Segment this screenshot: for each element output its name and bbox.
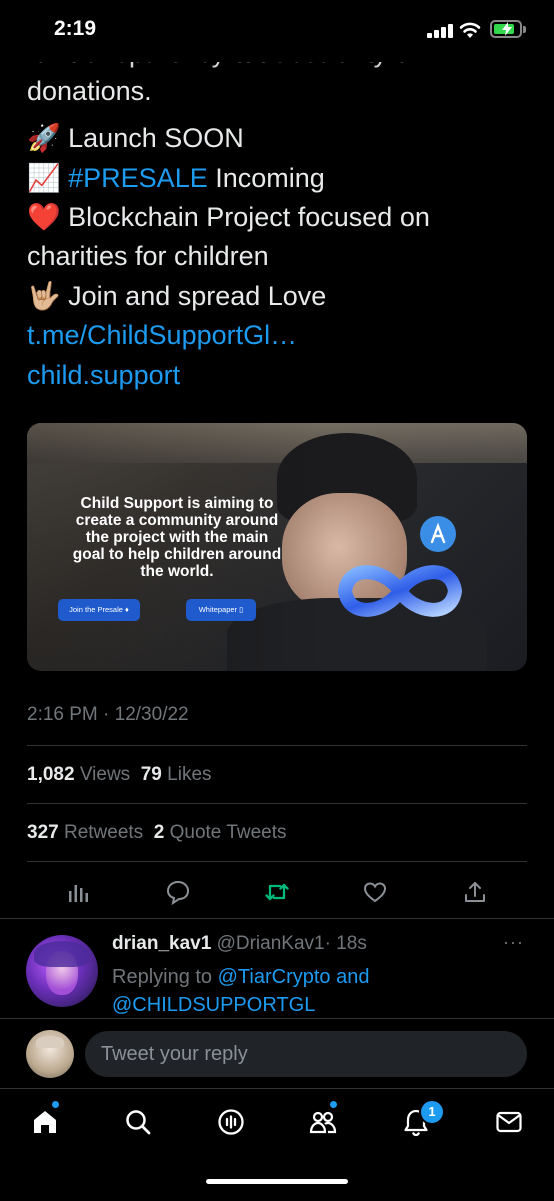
retweets-count: 327 [27, 822, 59, 843]
messages-icon[interactable] [494, 1107, 524, 1137]
divider [27, 745, 527, 746]
tweet-line-charities: charities for children [27, 240, 269, 273]
tweet-timestamp[interactable]: 2:16 PM · 12/30/22 [27, 704, 189, 726]
status-time: 2:19 [54, 17, 97, 40]
battery-icon [490, 20, 522, 38]
media-headline-3: the project with the main [85, 529, 269, 546]
notifications-badge-count: 1 [428, 1104, 436, 1119]
divider [0, 918, 554, 919]
whitepaper-label: Whitepaper [198, 605, 238, 614]
wifi-icon [459, 22, 481, 38]
whitepaper-button: Whitepaper ▯ [186, 599, 256, 621]
search-icon[interactable] [123, 1107, 153, 1137]
join-presale-button: Join the Presale ♦ [58, 599, 140, 621]
reply-input[interactable]: Tweet your reply [85, 1031, 527, 1077]
retweets-stat[interactable]: 327 Retweets 2 Quote Tweets [27, 822, 287, 844]
tweet-media-image[interactable]: Child Support is aiming to create a comm… [27, 423, 527, 671]
chart-increasing-icon: 📈 [27, 163, 61, 193]
tweet-text-donations: donations. [27, 75, 152, 108]
reply-handle[interactable]: @DrianKav1 [217, 933, 325, 954]
replying-and: and [336, 966, 370, 988]
media-headline-5: the world. [140, 563, 214, 580]
reply-icon[interactable] [165, 879, 191, 905]
status-bar: 2:19 [0, 0, 554, 62]
reply-time: · 18s [324, 933, 367, 954]
more-options-icon[interactable]: ··· [503, 932, 524, 953]
current-user-avatar[interactable] [26, 1030, 74, 1078]
likes-label: Likes [167, 764, 212, 785]
tweet-line-launch: 🚀 Launch SOON [27, 122, 244, 155]
website-link[interactable]: child.support [27, 359, 180, 392]
infinity-logo-icon [337, 565, 463, 617]
bottom-tab-bar [0, 1088, 554, 1201]
join-presale-label: Join the Presale [69, 605, 123, 614]
divider [27, 803, 527, 804]
tweet-line-blockchain: ❤️ Blockchain Project focused on [27, 201, 430, 234]
telegram-link[interactable]: t.me/ChildSupportGl… [27, 319, 297, 352]
love-text: Join and spread Love [68, 281, 327, 311]
cellular-signal-icon [427, 24, 455, 38]
retweets-label: Retweets [63, 822, 144, 843]
communities-notification-dot [330, 1101, 337, 1108]
home-indicator[interactable] [206, 1179, 348, 1184]
retweet-icon[interactable] [264, 879, 290, 905]
home-icon[interactable] [30, 1107, 60, 1137]
tweet-line-donations: donations. [27, 76, 152, 106]
analytics-icon[interactable] [66, 879, 92, 905]
quotes-label: Quote Tweets [169, 822, 287, 843]
likes-count: 79 [140, 764, 162, 785]
media-headline-2: create a community around [75, 512, 279, 529]
views-stat[interactable]: 1,082 Views 79 Likes [27, 764, 212, 786]
views-count: 1,082 [27, 764, 75, 785]
spaces-icon[interactable] [216, 1107, 246, 1137]
tweet-line-love: 🤟🏼 Join and spread Love [27, 280, 326, 313]
quotes-count: 2 [153, 822, 165, 843]
share-icon[interactable] [462, 879, 488, 905]
child-support-badge-icon [420, 516, 456, 552]
presale-hashtag-link[interactable]: #PRESALE [68, 163, 208, 193]
reply-display-name[interactable]: drian_kav1 [112, 933, 211, 954]
replying-to-line: Replying to @TiarCrypto and [112, 963, 369, 991]
reply-author-avatar[interactable] [26, 935, 98, 1007]
love-you-gesture-icon: 🤟🏼 [27, 281, 61, 311]
reply-author-line: drian_kav1 @DrianKav1· 18s [112, 933, 367, 955]
replying-to-prefix: Replying to [112, 966, 213, 988]
replying-user-childsupportgl[interactable]: @CHILDSUPPORTGL [112, 991, 315, 1019]
replying-user-tiarcrypto[interactable]: @TiarCrypto [218, 966, 331, 988]
tweet-line-presale: 📈 #PRESALE Incoming [27, 162, 325, 195]
views-label: Views [79, 764, 131, 785]
rocket-icon: 🚀 [27, 123, 61, 153]
communities-icon[interactable] [308, 1107, 338, 1137]
home-notification-dot [52, 1101, 59, 1108]
blockchain-text-2: charities for children [27, 241, 269, 271]
divider [27, 861, 527, 862]
presale-text: Incoming [215, 163, 325, 193]
media-headline-4: goal to help children around [72, 546, 282, 563]
like-icon[interactable] [362, 879, 388, 905]
launch-text: Launch SOON [68, 123, 244, 153]
notifications-badge: 1 [419, 1099, 445, 1125]
heart-emoji-icon: ❤️ [27, 202, 61, 232]
media-headline-1: Child Support is aiming to [80, 495, 274, 512]
blockchain-text-1: Blockchain Project focused on [68, 202, 430, 232]
